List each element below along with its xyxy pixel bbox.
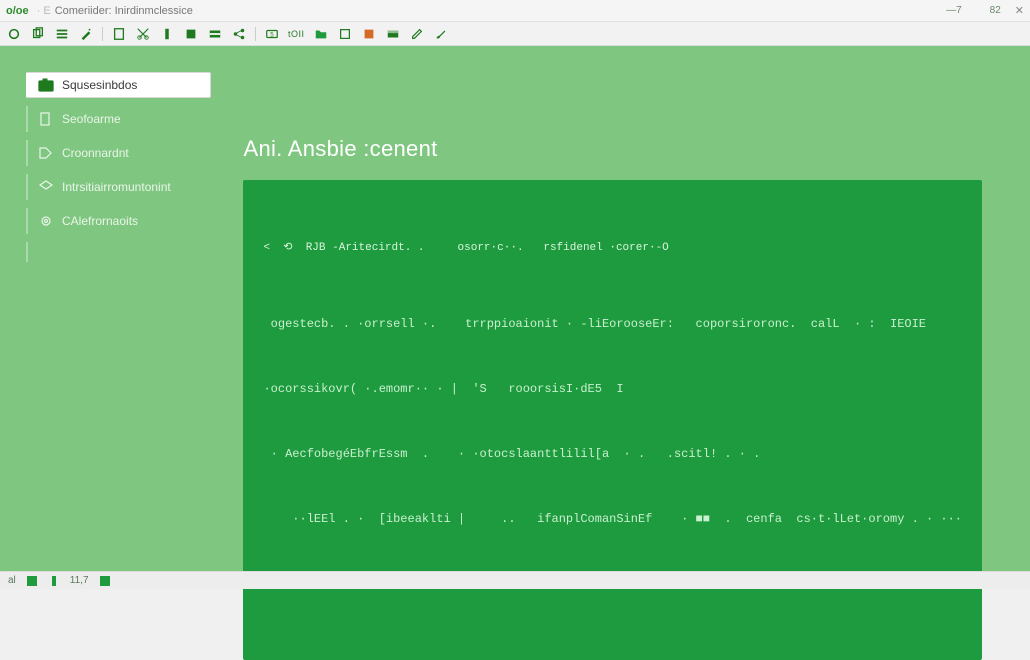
copy-icon[interactable] bbox=[30, 26, 46, 42]
code-line: ogestecb. . ·orrsell ·. trrppioaionit · … bbox=[263, 314, 962, 336]
list-icon[interactable] bbox=[54, 26, 70, 42]
sidebar-item-5[interactable] bbox=[26, 242, 211, 262]
tag-icon bbox=[38, 146, 54, 160]
brush-icon[interactable] bbox=[433, 26, 449, 42]
cut-icon[interactable] bbox=[135, 26, 151, 42]
sidebar-item-label: CAlefrornaoits bbox=[62, 214, 138, 228]
status-green-icon[interactable] bbox=[26, 575, 38, 587]
wand-icon[interactable] bbox=[78, 26, 94, 42]
sidebar-item-2[interactable]: Croonnardnt bbox=[26, 140, 211, 166]
sidebar: Squsesinbdos Seofoarme Croonnardnt Intrs… bbox=[0, 46, 211, 270]
blank-side-icon bbox=[38, 245, 54, 259]
titlebar-indicator-a: —7 bbox=[946, 5, 962, 16]
status-position: 11,7 bbox=[70, 575, 89, 586]
titlebar-right: —7 82 ✕ bbox=[946, 4, 1024, 17]
code-line: ·ocorssikovr( ·.emomr·· · | 'S rooorsisI… bbox=[263, 379, 962, 401]
doc-icon[interactable] bbox=[111, 26, 127, 42]
main-content: Ani. Ansbie :cenent < ⟲ RJB -Aritecirdt.… bbox=[211, 46, 1030, 660]
badge-icon[interactable]: 5 bbox=[264, 26, 280, 42]
sidebar-item-1[interactable]: Seofoarme bbox=[26, 106, 211, 132]
code-line: ··lEEl . · [ibeeaklti | .. ifanplComanSi… bbox=[263, 509, 962, 531]
status-bar-icon[interactable] bbox=[48, 575, 60, 587]
toolbar: 5 tOII bbox=[0, 22, 1030, 46]
pencil-icon[interactable] bbox=[409, 26, 425, 42]
share-icon[interactable] bbox=[231, 26, 247, 42]
gear-icon bbox=[38, 214, 54, 228]
status-label: al bbox=[8, 575, 16, 586]
camera-icon bbox=[38, 78, 54, 92]
folder-icon[interactable] bbox=[313, 26, 329, 42]
titlebar-indicator-b: 82 bbox=[990, 5, 1001, 16]
app-brand: o/oe bbox=[6, 5, 29, 17]
sidebar-item-label: Intrsitiairromuntonint bbox=[62, 180, 171, 194]
close-icon[interactable]: ✕ bbox=[1015, 4, 1024, 17]
sidebar-item-label: Squsesinbdos bbox=[62, 78, 137, 92]
svg-text:5: 5 bbox=[270, 31, 274, 38]
sidebar-item-label: Croonnardnt bbox=[62, 146, 129, 160]
sidebar-item-0[interactable]: Squsesinbdos bbox=[26, 72, 211, 98]
page-title: Ani. Ansbie :cenent bbox=[243, 136, 982, 162]
toolbar-text[interactable]: tOII bbox=[288, 29, 305, 39]
toolbar-divider bbox=[102, 27, 103, 41]
panel-icon[interactable] bbox=[385, 26, 401, 42]
statusbar: al 11,7 bbox=[0, 571, 1030, 589]
sidebar-item-label: Seofoarme bbox=[62, 112, 121, 126]
workspace: Squsesinbdos Seofoarme Croonnardnt Intrs… bbox=[0, 46, 1030, 571]
code-header-text: < ⟲ RJB -Aritecirdt. . osorr·c··. rsfide… bbox=[263, 239, 668, 259]
circle-icon[interactable] bbox=[6, 26, 22, 42]
presentation-icon[interactable] bbox=[361, 26, 377, 42]
doc-small-icon bbox=[38, 112, 54, 126]
sidebar-item-3[interactable]: Intrsitiairromuntonint bbox=[26, 174, 211, 200]
bar-icon[interactable] bbox=[159, 26, 175, 42]
sidebar-item-4[interactable]: CAlefrornaoits bbox=[26, 208, 211, 234]
titlebar: o/oe · E Comeriider: Inirdinmclessice —7… bbox=[0, 0, 1030, 22]
titlebar-separator: · E bbox=[37, 5, 51, 17]
layers-icon bbox=[38, 180, 54, 194]
blank-icon[interactable] bbox=[337, 26, 353, 42]
code-header: < ⟲ RJB -Aritecirdt. . osorr·c··. rsfide… bbox=[263, 239, 962, 259]
stripe-icon[interactable] bbox=[207, 26, 223, 42]
square-icon[interactable] bbox=[183, 26, 199, 42]
code-line: · AecfobegéEbfrEssm . · ·otocslaanttlili… bbox=[263, 444, 962, 466]
toolbar-divider bbox=[255, 27, 256, 41]
window-title: Comeriider: Inirdinmclessice bbox=[55, 5, 193, 17]
status-solid-icon[interactable] bbox=[99, 575, 111, 587]
